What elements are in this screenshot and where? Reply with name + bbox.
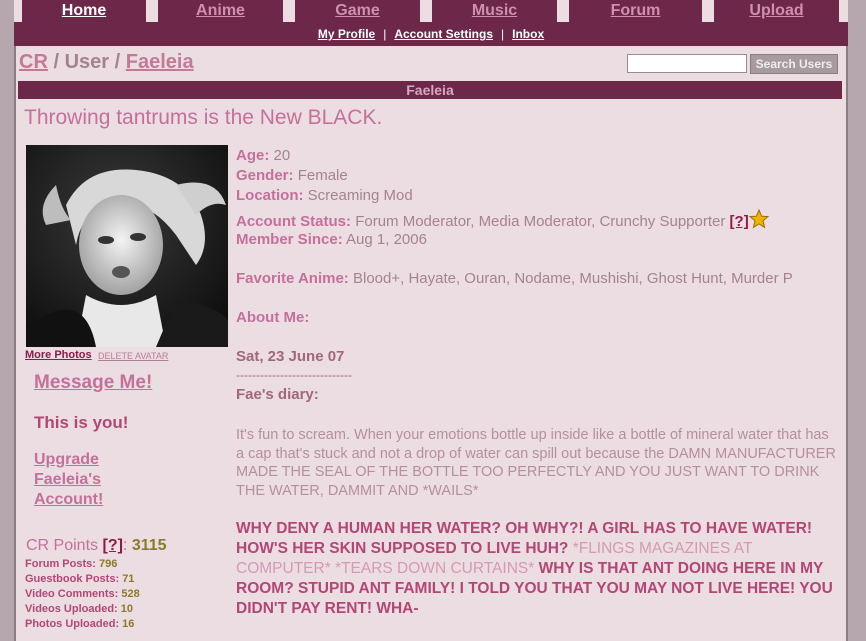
gender-label: Gender:	[236, 167, 294, 184]
location-label: Location:	[236, 187, 304, 204]
search-users-button[interactable]: Search Users	[750, 54, 838, 74]
stat-value: 16	[122, 618, 135, 630]
favorite-anime-value: Blood+, Hayate, Ouran, Nodame, Mushishi,…	[352, 270, 793, 287]
stat-value: 528	[121, 588, 140, 600]
stat-value: 10	[120, 603, 134, 615]
upgrade-line: Upgrade	[34, 451, 99, 468]
divider: -----------------------------	[236, 368, 352, 382]
upgrade-account-link[interactable]: Upgrade Faeleia's Account!	[34, 450, 134, 510]
status-value: Forum Moderator, Media Moderator, Crunch…	[355, 213, 726, 230]
message-me-link[interactable]: Message Me!	[34, 372, 152, 394]
breadcrumb-cr[interactable]: CR	[19, 51, 48, 73]
my-profile-link[interactable]: My Profile	[318, 27, 375, 41]
member-since-row: Member Since: Aug 1, 2006	[236, 231, 427, 248]
stat-label: Photos Uploaded:	[25, 618, 120, 630]
about-me-label: About Me:	[236, 309, 310, 326]
this-is-you-label: This is you!	[34, 413, 129, 432]
delete-avatar-link[interactable]: DELETE AVATAR	[98, 351, 168, 361]
tab-forum[interactable]: Forum	[569, 0, 702, 22]
user-stats: Forum Posts: 796 Guestbook Posts: 71 Vid…	[25, 557, 140, 632]
tab-upload[interactable]: Upload	[714, 0, 839, 22]
stat-label: Forum Posts:	[25, 558, 96, 570]
status-label: Account Status:	[236, 213, 352, 230]
stat-row: Video Comments: 528	[25, 587, 140, 602]
gender-value: Female	[297, 167, 348, 184]
cr-points-value: 3115	[131, 537, 167, 554]
stat-value: 71	[122, 573, 135, 585]
stat-label: Videos Uploaded:	[25, 603, 118, 615]
breadcrumb-user: User	[64, 51, 110, 73]
breadcrumb: CR / User / Faeleia	[19, 51, 194, 74]
location-value: Screaming Mod	[307, 187, 413, 204]
status-row: Account Status: Forum Moderator, Media M…	[236, 209, 769, 230]
cr-points-sep: :	[122, 537, 128, 554]
stat-label: Video Comments:	[25, 588, 119, 600]
diary-paragraph-shout: WHY DENY A HUMAN HER WATER? OH WHY?! A G…	[236, 519, 840, 619]
account-settings-link[interactable]: Account Settings	[394, 27, 493, 41]
breadcrumb-username[interactable]: Faeleia	[126, 51, 194, 73]
sub-nav: My Profile | Account Settings | Inbox	[14, 22, 848, 46]
more-photos-link[interactable]: More Photos	[25, 349, 92, 361]
star-icon	[748, 209, 769, 229]
favorite-anime-label: Favorite Anime:	[236, 270, 349, 287]
stat-row: Photos Uploaded: 16	[25, 617, 140, 632]
separator: |	[501, 27, 505, 41]
favorite-anime-row: Favorite Anime: Blood+, Hayate, Ouran, N…	[236, 270, 793, 287]
stat-value: 796	[98, 558, 118, 570]
avatar-image	[26, 145, 228, 347]
stat-row: Forum Posts: 796	[25, 557, 140, 572]
location-row: Location: Screaming Mod	[236, 187, 413, 204]
separator: |	[383, 27, 387, 41]
tab-home[interactable]: Home	[22, 0, 146, 22]
avatar[interactable]	[26, 145, 228, 347]
diary-title: Fae's diary:	[236, 386, 319, 403]
diary-paragraph: It's fun to scream. When your emotions b…	[236, 427, 836, 499]
inbox-link[interactable]: Inbox	[512, 27, 544, 41]
upgrade-line: Account!	[34, 491, 104, 508]
breadcrumb-sep: /	[114, 51, 121, 73]
tab-anime[interactable]: Anime	[158, 0, 283, 22]
tab-music[interactable]: Music	[432, 0, 557, 22]
search-input[interactable]	[627, 54, 747, 73]
age-row: Age: 20	[236, 147, 290, 164]
tab-game[interactable]: Game	[295, 0, 420, 22]
stat-row: Guestbook Posts: 71	[25, 572, 140, 587]
user-title-bar: Faeleia	[18, 81, 842, 99]
status-help-link[interactable]: [?]	[730, 213, 749, 230]
diary-date: Sat, 23 June 07	[236, 348, 345, 365]
upgrade-line: Faeleia's	[34, 471, 101, 488]
about-me-row: About Me:	[236, 309, 309, 326]
profile-tagline: Throwing tantrums is the New BLACK.	[24, 106, 383, 129]
stat-label: Guestbook Posts:	[25, 573, 120, 585]
age-label: Age:	[236, 147, 270, 164]
age-value: 20	[273, 147, 291, 164]
breadcrumb-sep: /	[53, 51, 60, 73]
cr-points-help-link[interactable]: [?]	[102, 537, 122, 554]
action-text: *TEARS DOWN CURTAINS*	[335, 560, 535, 577]
stat-row: Videos Uploaded: 10	[25, 602, 140, 617]
member-since-label: Member Since:	[236, 231, 343, 248]
cr-points-label: CR Points	[26, 537, 99, 554]
gender-row: Gender: Female	[236, 167, 348, 184]
member-since-value: Aug 1, 2006	[346, 231, 427, 248]
cr-points: CR Points [?]: 3115	[26, 537, 167, 555]
